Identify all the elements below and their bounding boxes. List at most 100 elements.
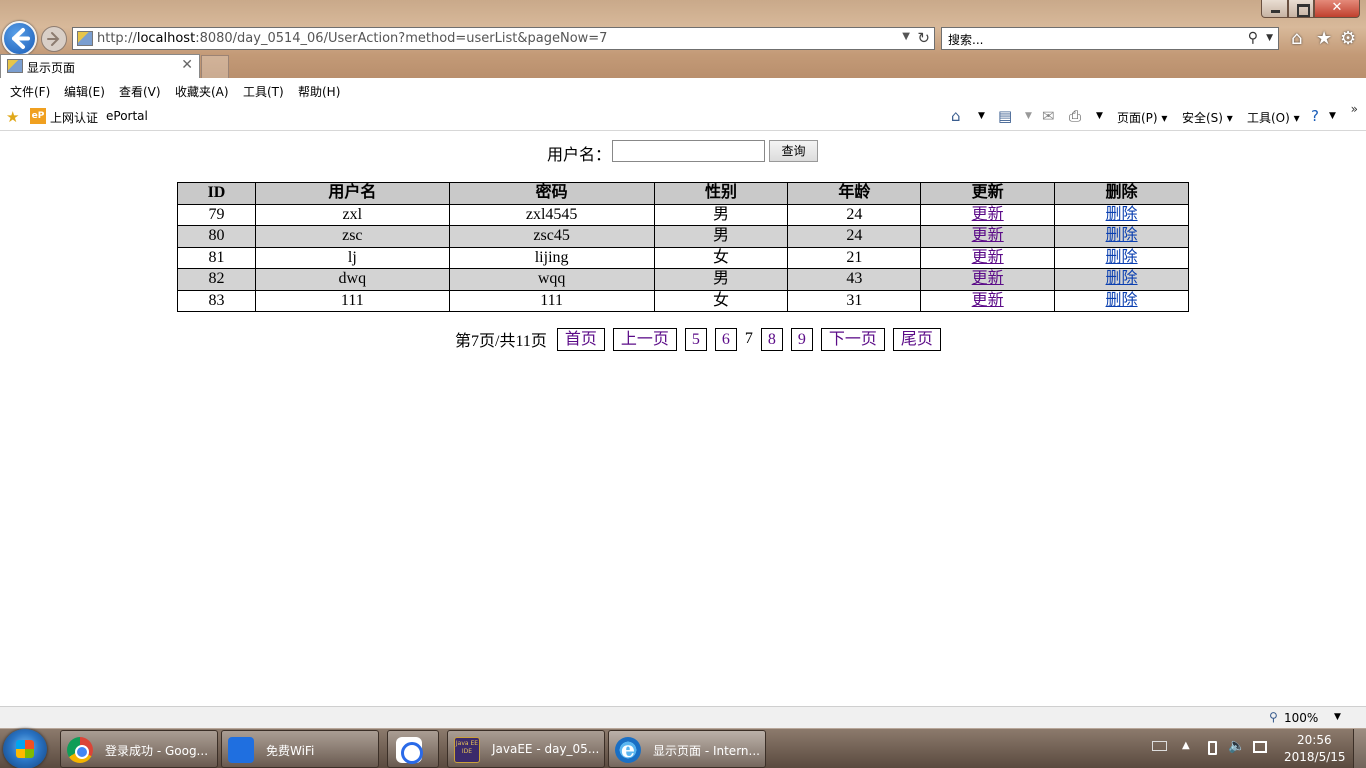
rss-dropdown-icon[interactable]: ▼ — [1025, 111, 1032, 121]
network-icon[interactable] — [1253, 741, 1267, 753]
zoom-level[interactable]: 100% — [1284, 711, 1318, 725]
update-link[interactable]: 更新 — [972, 249, 1004, 266]
browser-titlebar: ✕ http://localhost:8080/day_0514_06/User… — [0, 0, 1366, 78]
tab-favicon-icon — [7, 59, 23, 73]
close-window-button[interactable]: ✕ — [1314, 0, 1360, 18]
address-dropdown-icon[interactable]: ▼ — [902, 31, 910, 42]
address-bar[interactable]: http://localhost:8080/day_0514_06/UserAc… — [72, 27, 935, 50]
menu-view[interactable]: 查看(V) — [119, 83, 161, 100]
menu-file[interactable]: 文件(F) — [10, 83, 50, 100]
print-dropdown-icon[interactable]: ▼ — [1096, 111, 1103, 121]
clock-time[interactable]: 20:56 — [1297, 733, 1332, 747]
pagination: 第7页/共11页 首页 上一页 5 6 7 8 9 下一页 尾页 — [455, 327, 945, 351]
maximize-button[interactable] — [1288, 0, 1314, 18]
menu-edit[interactable]: 编辑(E) — [64, 83, 105, 100]
keyboard-icon[interactable] — [1152, 741, 1167, 751]
refresh-icon[interactable]: ↻ — [917, 29, 930, 47]
safety-menu[interactable]: 安全(S) ▾ — [1182, 109, 1233, 126]
taskbar-item-label: 登录成功 - Goog... — [105, 744, 209, 758]
header-age: 年龄 — [787, 182, 922, 205]
favorites-star-icon[interactable]: ★ — [1316, 28, 1332, 49]
internet-explorer-icon — [615, 737, 641, 763]
rss-icon[interactable]: ▤ — [998, 107, 1012, 125]
battery-icon[interactable] — [1208, 741, 1217, 755]
favorite-link-auth[interactable]: 上网认证 — [50, 109, 98, 126]
cell-delete: 删除 — [1054, 203, 1189, 226]
taskbar-item-wifi[interactable]: 免费WiFi — [221, 730, 379, 768]
cell-update: 更新 — [920, 268, 1056, 291]
menu-favorites[interactable]: 收藏夹(A) — [175, 83, 229, 100]
page-link-8[interactable]: 8 — [760, 327, 783, 351]
next-page-link[interactable]: 下一页 — [820, 327, 885, 351]
search-icon[interactable]: ⚲ — [1248, 30, 1258, 46]
mail-icon[interactable]: ✉ — [1042, 107, 1055, 125]
zoom-dropdown-icon[interactable]: ▼ — [1334, 712, 1341, 722]
delete-link[interactable]: 删除 — [1106, 227, 1138, 244]
taskbar-item-baidu[interactable] — [387, 730, 439, 768]
delete-link[interactable]: 删除 — [1106, 249, 1138, 266]
clock-date[interactable]: 2018/5/15 — [1284, 750, 1346, 764]
taskbar-item-javaee[interactable]: Java EE IDE JavaEE - day_05... — [447, 730, 605, 768]
search-box[interactable]: 搜索... ⚲ ▼ — [941, 27, 1279, 50]
cell-id: 80 — [177, 225, 256, 248]
back-button[interactable] — [2, 21, 37, 56]
update-link[interactable]: 更新 — [972, 292, 1004, 309]
search-dropdown-icon[interactable]: ▼ — [1266, 33, 1273, 43]
show-hidden-icons-icon[interactable]: ▲ — [1182, 740, 1190, 751]
close-tab-icon[interactable]: ✕ — [181, 57, 193, 73]
update-link[interactable]: 更新 — [972, 206, 1004, 223]
page-link-5[interactable]: 5 — [684, 327, 707, 351]
print-icon[interactable]: ⎙ — [1069, 107, 1081, 125]
cell-id: 82 — [177, 268, 256, 291]
taskbar-item-ie[interactable]: 显示页面 - Intern... — [608, 730, 766, 768]
update-link[interactable]: 更新 — [972, 270, 1004, 287]
delete-link[interactable]: 删除 — [1106, 270, 1138, 287]
page-content: 用户名： 查询 ID 用户名 密码 性别 年龄 更新 删除 79 zxl zxl… — [0, 132, 1366, 706]
volume-icon[interactable]: 🔈 — [1228, 738, 1245, 754]
new-tab-button[interactable] — [201, 55, 229, 78]
taskbar: 登录成功 - Goog... 免费WiFi Java EE IDE JavaEE… — [0, 728, 1366, 768]
menu-tools[interactable]: 工具(T) — [243, 83, 284, 100]
page-link-6[interactable]: 6 — [714, 327, 737, 351]
chevron-more-icon[interactable]: » — [1351, 102, 1358, 116]
delete-link[interactable]: 删除 — [1106, 206, 1138, 223]
cell-username: dwq — [254, 268, 450, 291]
java-ee-ide-icon: Java EE IDE — [454, 737, 480, 763]
add-favorite-icon[interactable]: ★ — [6, 108, 19, 126]
search-placeholder[interactable]: 搜索... — [948, 31, 983, 48]
start-button[interactable] — [3, 729, 47, 768]
username-input[interactable] — [612, 140, 765, 162]
cell-delete: 删除 — [1054, 225, 1189, 248]
cell-delete: 删除 — [1054, 268, 1189, 291]
show-desktop-button[interactable] — [1353, 729, 1366, 768]
home-dropdown-icon[interactable]: ▼ — [978, 111, 985, 121]
home-icon[interactable]: ⌂ — [1291, 28, 1302, 49]
last-page-link[interactable]: 尾页 — [892, 327, 941, 351]
help-dropdown-icon[interactable]: ▼ — [1329, 111, 1336, 121]
tools-menu[interactable]: 工具(O) ▾ — [1247, 109, 1300, 126]
home-icon[interactable]: ⌂ — [951, 107, 961, 125]
page-menu[interactable]: 页面(P) ▾ — [1117, 109, 1167, 126]
tab-active[interactable]: 显示页面 ✕ — [0, 54, 200, 78]
arrow-right-icon — [47, 32, 60, 46]
cell-gender: 男 — [653, 268, 789, 291]
page-link-9[interactable]: 9 — [790, 327, 813, 351]
forward-button[interactable] — [41, 26, 67, 52]
query-button[interactable]: 查询 — [769, 140, 818, 162]
wifi-shield-icon — [228, 737, 254, 763]
delete-link[interactable]: 删除 — [1106, 292, 1138, 309]
taskbar-item-chrome[interactable]: 登录成功 - Goog... — [60, 730, 218, 768]
update-link[interactable]: 更新 — [972, 227, 1004, 244]
minimize-button[interactable] — [1261, 0, 1288, 18]
address-text[interactable]: http://localhost:8080/day_0514_06/UserAc… — [97, 31, 607, 46]
first-page-link[interactable]: 首页 — [556, 327, 605, 351]
favorite-link-eportal[interactable]: ePortal — [106, 109, 148, 123]
help-icon[interactable]: ? — [1311, 107, 1319, 125]
menu-bar: 文件(F) 编辑(E) 查看(V) 收藏夹(A) 工具(T) 帮助(H) — [0, 78, 1366, 102]
cell-password: zxl4545 — [448, 203, 655, 226]
prev-page-link[interactable]: 上一页 — [612, 327, 677, 351]
zoom-icon[interactable]: ⚲ — [1269, 710, 1278, 724]
gear-icon[interactable]: ⚙ — [1340, 28, 1356, 49]
menu-help[interactable]: 帮助(H) — [298, 83, 340, 100]
cell-age: 24 — [787, 203, 922, 226]
